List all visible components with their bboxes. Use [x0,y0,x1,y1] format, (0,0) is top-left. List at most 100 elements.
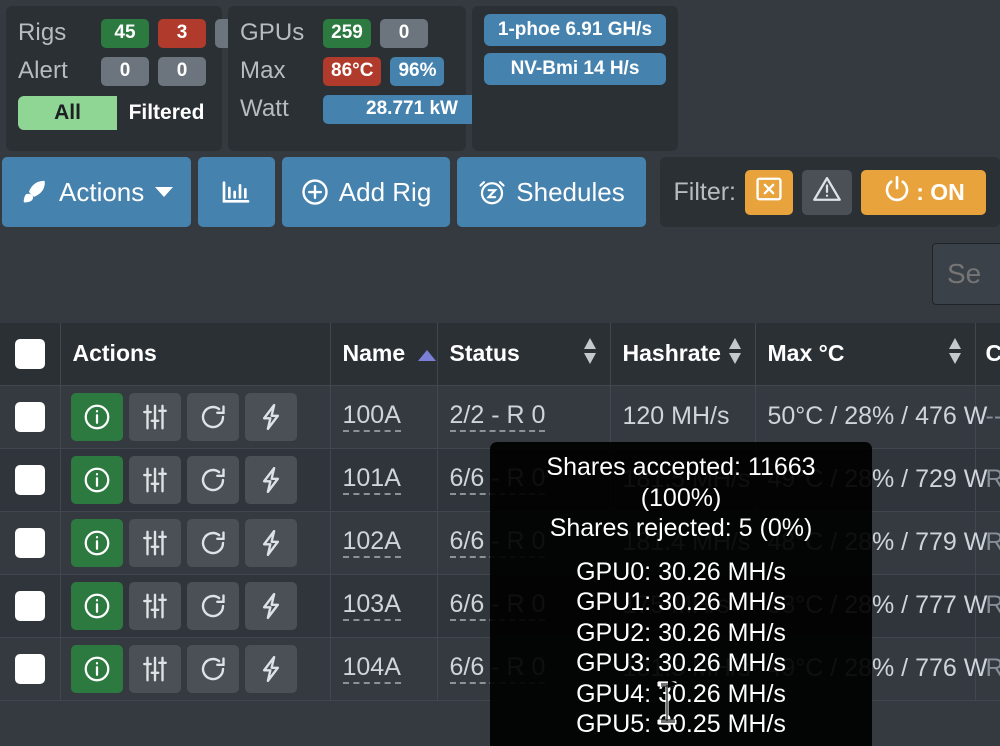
search-input[interactable] [932,243,1000,305]
pools-panel: 1-phoe 6.91 GH/s NV-Bmi 14 H/s [472,6,678,151]
info-icon-button[interactable] [71,645,123,693]
row-status-cell[interactable]: 6/6 - R 0 [437,637,610,700]
table-row[interactable]: 100A 2/2 - R 0 120 MH/s 50°C / 28% / 476… [0,385,1000,448]
column-header-maxc-label: Max °C [768,340,845,367]
row-hashrate-cell[interactable]: 181.5 MH/s [610,637,755,700]
pool-item-0[interactable]: 1-phoe 6.91 GH/s [484,14,666,46]
row-maxc-cell[interactable]: 49°C / 28% / 776 W [755,637,975,700]
power-bolt-icon-button[interactable] [245,582,297,630]
column-header-coin-label: C [986,340,1000,366]
actions-button-label: Actions [59,177,144,208]
restart-icon-button[interactable] [187,582,239,630]
tune-sliders-icon-button[interactable] [129,393,181,441]
column-header-hashrate[interactable]: Hashrate [610,323,755,385]
row-status-cell[interactable]: 2/2 - R 0 [437,385,610,448]
row-select-cell[interactable] [0,385,60,448]
info-icon-button[interactable] [71,456,123,504]
select-all-header[interactable] [0,323,60,385]
row-status-cell[interactable]: 6/6 - R 0 [437,448,610,511]
rigs-online-count[interactable]: 45 [101,19,149,48]
row-select-cell[interactable] [0,448,60,511]
row-hashrate-cell[interactable]: 120 MH/s [610,385,755,448]
filter-power-button[interactable]: : ON [861,170,986,215]
alert-count-a[interactable]: 0 [101,57,149,86]
table-body: 100A 2/2 - R 0 120 MH/s 50°C / 28% / 476… [0,385,1000,700]
restart-icon-button[interactable] [187,645,239,693]
power-bolt-icon-button[interactable] [245,456,297,504]
rigs-error-count[interactable]: 3 [158,19,206,48]
select-all-checkbox[interactable] [15,339,45,369]
column-header-status[interactable]: Status [437,323,610,385]
column-header-actions[interactable]: Actions [60,323,330,385]
row-maxc-cell[interactable]: 53°C / 28% / 777 W [755,574,975,637]
filter-power-label: : ON [916,179,965,206]
rig-filter-toggle[interactable]: All Filtered [18,96,216,130]
alert-count-b[interactable]: 0 [158,57,206,86]
restart-icon-button[interactable] [187,456,239,504]
pool-item-1[interactable]: NV-Bmi 14 H/s [484,53,666,85]
toggle-filtered[interactable]: Filtered [117,96,216,130]
row-checkbox[interactable] [15,528,45,558]
row-checkbox[interactable] [15,654,45,684]
column-header-maxc[interactable]: Max °C [755,323,975,385]
info-icon-button[interactable] [71,393,123,441]
table-row[interactable]: 102A 6/6 - R 0 181.4 MH/s 48°C / 28% / 7… [0,511,1000,574]
toggle-all[interactable]: All [18,96,117,130]
column-header-name[interactable]: Name [330,323,437,385]
max-load-value[interactable]: 96% [390,57,444,86]
add-rig-button[interactable]: Add Rig [282,157,450,227]
row-status-cell[interactable]: 6/6 - R 0 [437,574,610,637]
row-maxc-cell[interactable]: 49°C / 28% / 729 W [755,448,975,511]
filter-warning-button[interactable] [802,170,852,215]
row-status-cell[interactable]: 6/6 - R 0 [437,511,610,574]
plus-circle-icon [300,177,330,207]
row-hashrate-cell[interactable]: 175 MH/s [610,574,755,637]
row-checkbox[interactable] [15,591,45,621]
table-row[interactable]: 101A 6/6 - R 0 181.5 MH/s 49°C / 28% / 7… [0,448,1000,511]
row-hashrate: 181.5 MH/s [623,465,751,493]
filter-label: Filter: [674,178,737,207]
row-maxc-cell[interactable]: 48°C / 28% / 779 W [755,511,975,574]
row-maxc: 53°C / 28% / 777 W [768,591,988,619]
row-name-cell[interactable]: 103A [330,574,437,637]
table-row[interactable]: 103A 6/6 - R 0 175 MH/s 53°C / 28% / 777… [0,574,1000,637]
max-temp-value[interactable]: 86°C [323,57,381,86]
info-icon-button[interactable] [71,519,123,567]
schedules-button[interactable]: Shedules [457,157,646,227]
row-maxc: 49°C / 28% / 729 W [768,465,988,493]
row-select-cell[interactable] [0,637,60,700]
tune-sliders-icon-button[interactable] [129,519,181,567]
row-select-cell[interactable] [0,574,60,637]
tune-sliders-icon-button[interactable] [129,582,181,630]
table-row[interactable]: 104A 6/6 - R 0 181.5 MH/s 49°C / 28% / 7… [0,637,1000,700]
column-header-coin[interactable]: C [975,323,1000,385]
row-name: 102A [343,528,401,557]
actions-button[interactable]: Actions [2,157,191,227]
info-icon-button[interactable] [71,582,123,630]
row-name-cell[interactable]: 100A [330,385,437,448]
sort-both-icon [727,336,743,372]
filter-clear-button[interactable] [745,170,793,215]
row-name-cell[interactable]: 102A [330,511,437,574]
tune-sliders-icon-button[interactable] [129,456,181,504]
chart-button[interactable] [198,157,274,227]
row-hashrate-cell[interactable]: 181.4 MH/s [610,511,755,574]
restart-icon-button[interactable] [187,393,239,441]
row-hashrate-cell[interactable]: 181.5 MH/s [610,448,755,511]
power-bolt-icon-button[interactable] [245,519,297,567]
row-checkbox[interactable] [15,402,45,432]
gpus-off-count[interactable]: 0 [380,19,428,48]
row-name-cell[interactable]: 104A [330,637,437,700]
tune-sliders-icon-button[interactable] [129,645,181,693]
warning-triangle-icon [812,175,842,209]
row-select-cell[interactable] [0,511,60,574]
power-bolt-icon-button[interactable] [245,645,297,693]
max-line: Max 86°C 96% [240,52,454,90]
gpus-ok-count[interactable]: 259 [323,19,371,48]
restart-icon-button[interactable] [187,519,239,567]
row-checkbox[interactable] [15,465,45,495]
power-bolt-icon-button[interactable] [245,393,297,441]
row-actions-cell [60,448,330,511]
row-maxc-cell[interactable]: 50°C / 28% / 476 W [755,385,975,448]
row-name-cell[interactable]: 101A [330,448,437,511]
